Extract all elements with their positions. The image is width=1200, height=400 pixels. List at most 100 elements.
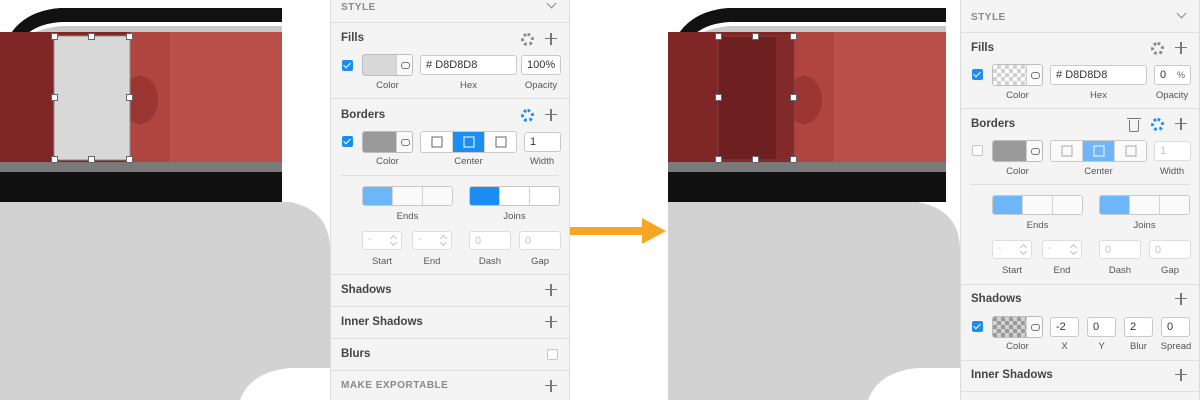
- end-arrow-select[interactable]: -: [1042, 240, 1082, 259]
- selection-handle[interactable]: [715, 33, 722, 40]
- chevron-down-icon[interactable]: [546, 0, 557, 9]
- selection-handle[interactable]: [715, 94, 722, 101]
- join-round-button[interactable]: [1130, 196, 1160, 214]
- selection-handle[interactable]: [752, 156, 759, 163]
- end-butt-button[interactable]: [993, 196, 1023, 214]
- shadow-color-swatch[interactable]: [992, 316, 1043, 338]
- selection-handle[interactable]: [126, 156, 133, 163]
- border-outside-button[interactable]: [485, 132, 516, 152]
- fill-color-swatch[interactable]: [992, 64, 1043, 86]
- fill-hex-label: Hex: [1090, 90, 1107, 101]
- gear-icon[interactable]: [1151, 42, 1164, 55]
- ends-segmented[interactable]: [992, 195, 1083, 215]
- add-shadow-plus-icon[interactable]: [545, 284, 557, 296]
- fill-color-label: Color: [1006, 90, 1029, 101]
- add-border-plus-icon[interactable]: [545, 109, 557, 121]
- start-arrow-select[interactable]: -: [992, 240, 1032, 259]
- border-color-swatch[interactable]: [362, 131, 413, 153]
- selection-handle[interactable]: [790, 156, 797, 163]
- add-border-plus-icon[interactable]: [1175, 118, 1187, 130]
- border-inside-button[interactable]: [1051, 141, 1083, 161]
- joins-segmented[interactable]: [469, 186, 560, 206]
- border-width-input[interactable]: 1: [1154, 141, 1191, 161]
- shadow-x-input[interactable]: -2: [1050, 317, 1079, 337]
- border-color-swatch[interactable]: [992, 140, 1043, 162]
- fill-opacity-label: Opacity: [524, 80, 558, 91]
- trash-icon[interactable]: [1127, 118, 1141, 132]
- border-width-input[interactable]: 1: [524, 132, 561, 152]
- fill-opacity-input[interactable]: 0 %: [1154, 65, 1191, 85]
- selection-handle[interactable]: [790, 33, 797, 40]
- join-miter-button[interactable]: [470, 187, 500, 205]
- selection-handle[interactable]: [752, 33, 759, 40]
- chevron-down-icon[interactable]: [1176, 8, 1187, 19]
- gap-input[interactable]: 0: [519, 231, 561, 250]
- border-center-button[interactable]: [453, 132, 485, 152]
- gap-input[interactable]: 0: [1149, 240, 1191, 259]
- add-shadow-plus-icon[interactable]: [1175, 293, 1187, 305]
- shadow-blur-label: Blur: [1130, 341, 1147, 352]
- dash-input[interactable]: 0: [1099, 240, 1141, 259]
- border-outside-button[interactable]: [1115, 141, 1146, 161]
- hex-prefix: #: [426, 59, 433, 71]
- end-round-button[interactable]: [393, 187, 423, 205]
- selection-handle[interactable]: [790, 94, 797, 101]
- fill-color-swatch[interactable]: [362, 54, 413, 76]
- fill-opacity-input[interactable]: 100%: [521, 55, 561, 75]
- fill-enabled-checkbox[interactable]: [342, 60, 353, 71]
- border-enabled-checkbox[interactable]: [972, 145, 983, 156]
- link-icon: [1026, 141, 1042, 161]
- add-fill-plus-icon[interactable]: [545, 33, 557, 45]
- join-bevel-button[interactable]: [1160, 196, 1189, 214]
- selection-handle[interactable]: [51, 33, 58, 40]
- add-export-plus-icon[interactable]: [545, 380, 557, 392]
- inner-shadows-title: Inner Shadows: [341, 316, 423, 328]
- selection-handle[interactable]: [126, 94, 133, 101]
- ends-segmented[interactable]: [362, 186, 453, 206]
- border-inside-button[interactable]: [421, 132, 453, 152]
- end-round-button[interactable]: [1023, 196, 1053, 214]
- selection-handle[interactable]: [88, 156, 95, 163]
- gear-icon[interactable]: [521, 109, 534, 122]
- dash-label: Dash: [1108, 265, 1132, 276]
- fill-enabled-checkbox[interactable]: [972, 69, 983, 80]
- end-square-button[interactable]: [423, 187, 452, 205]
- add-fill-plus-icon[interactable]: [1175, 42, 1187, 54]
- canvas-before[interactable]: [0, 0, 330, 400]
- canvas-after[interactable]: [668, 0, 960, 400]
- fill-color-label: Color: [376, 80, 399, 91]
- fill-hex-input[interactable]: # D8D8D8: [420, 55, 517, 75]
- selection-handle[interactable]: [51, 94, 58, 101]
- gear-icon[interactable]: [521, 33, 534, 46]
- add-inner-shadow-plus-icon[interactable]: [1175, 369, 1187, 381]
- shadow-enabled-checkbox[interactable]: [972, 321, 983, 332]
- join-round-button[interactable]: [500, 187, 530, 205]
- blur-enabled-checkbox[interactable]: [547, 349, 558, 360]
- shadow-color-label: Color: [1006, 341, 1029, 352]
- selection-handle[interactable]: [51, 156, 58, 163]
- join-miter-button[interactable]: [1100, 196, 1130, 214]
- selection-handle[interactable]: [88, 33, 95, 40]
- border-enabled-checkbox[interactable]: [342, 136, 353, 147]
- dash-input[interactable]: 0: [469, 231, 511, 250]
- border-position-segmented[interactable]: [1050, 140, 1147, 162]
- shadow-y-input[interactable]: 0: [1087, 317, 1116, 337]
- add-inner-shadow-plus-icon[interactable]: [545, 316, 557, 328]
- border-center-button[interactable]: [1083, 141, 1115, 161]
- selection-handle[interactable]: [715, 156, 722, 163]
- selection-handle[interactable]: [126, 33, 133, 40]
- end-arrow-select[interactable]: -: [412, 231, 452, 250]
- joins-segmented[interactable]: [1099, 195, 1190, 215]
- border-position-label: Center: [454, 156, 483, 167]
- end-butt-button[interactable]: [363, 187, 393, 205]
- shadow-spread-input[interactable]: 0: [1161, 317, 1190, 337]
- border-center-icon: [463, 136, 474, 148]
- shadow-blur-input[interactable]: 2: [1124, 317, 1153, 337]
- join-bevel-button[interactable]: [530, 187, 559, 205]
- end-label: End: [423, 256, 441, 267]
- border-position-segmented[interactable]: [420, 131, 517, 153]
- end-square-button[interactable]: [1053, 196, 1082, 214]
- start-arrow-select[interactable]: -: [362, 231, 402, 250]
- fill-hex-input[interactable]: # D8D8D8: [1050, 65, 1147, 85]
- gear-icon[interactable]: [1151, 118, 1164, 131]
